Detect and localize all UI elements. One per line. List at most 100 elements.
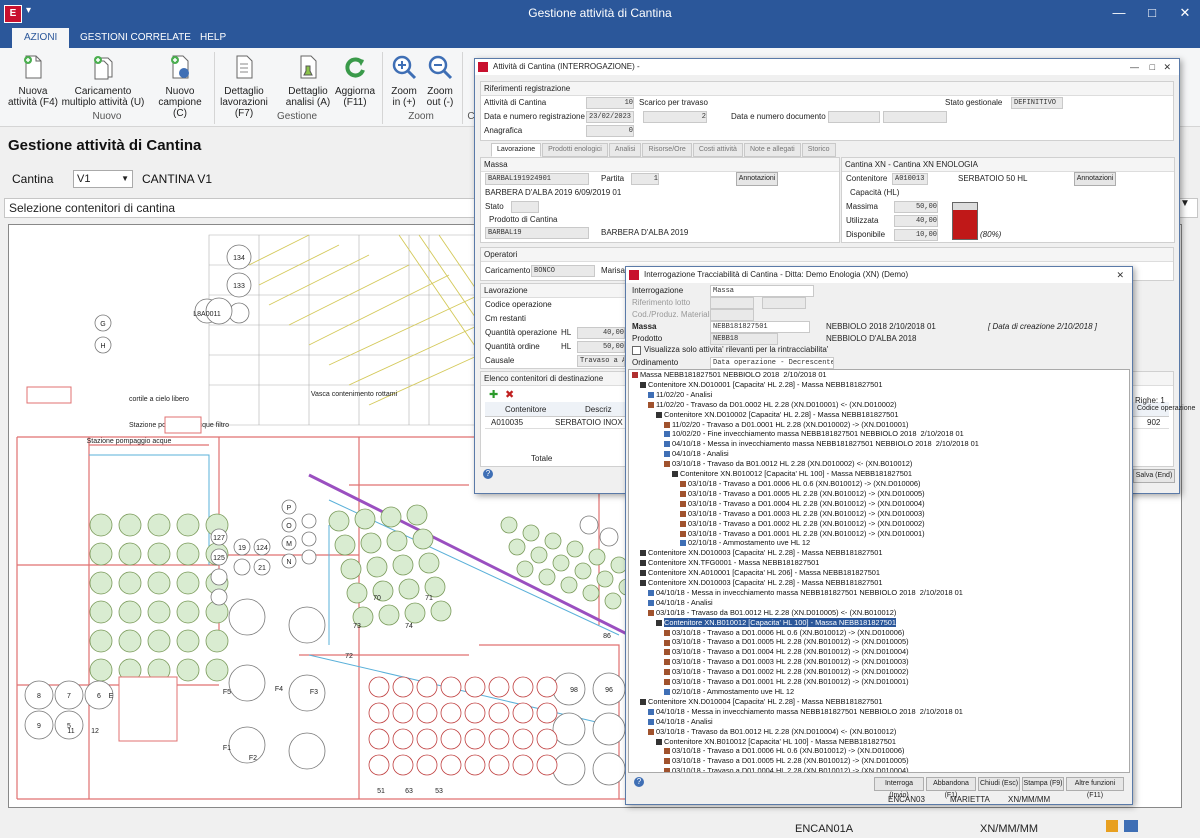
tree-node-event[interactable]: 03/10/18 - Travaso da B01.0012 HL 2.28 (…	[632, 459, 979, 469]
tree-node-event[interactable]: 02/10/18 - Ammostamento uve HL 12	[632, 538, 979, 548]
tree-node-event[interactable]: 03/10/18 - Travaso a D01.0001 HL 2.28 (X…	[632, 677, 979, 687]
tree-node-container[interactable]: Contenitore XN.D010002 [Capacita' HL 2.2…	[632, 410, 979, 420]
tank[interactable]	[210, 588, 228, 606]
tree-node-event[interactable]: 03/10/18 - Travaso a D01.0001 HL 2.28 (X…	[632, 529, 979, 539]
tank-green[interactable]	[516, 560, 534, 578]
data-doc-field[interactable]	[828, 111, 880, 123]
tab-note-allegati[interactable]: Note e allegati	[743, 143, 801, 157]
tree-node-container[interactable]: Contenitore XN.D010003 [Capacita' HL 2.2…	[632, 578, 979, 588]
help-icon[interactable]: ?	[483, 469, 493, 479]
aggiorna-button[interactable]: Aggiorna (F11)	[332, 54, 378, 108]
tank-green[interactable]	[334, 534, 356, 556]
tank-green[interactable]	[176, 513, 200, 537]
caricamento-multiplo-button[interactable]: Caricamento multiplo attività (U)	[60, 54, 146, 108]
tank-green[interactable]	[380, 506, 402, 528]
tank[interactable]	[288, 606, 326, 644]
tank-green[interactable]	[147, 600, 171, 624]
ordinamento-select[interactable]: Data operazione - Decrescente	[710, 357, 834, 369]
tank[interactable]	[288, 674, 326, 712]
tank-green[interactable]	[118, 513, 142, 537]
tank-green[interactable]	[176, 571, 200, 595]
tree-node-event[interactable]: 03/10/18 - Travaso a D01.0006 HL 0.6 (XN…	[632, 628, 979, 638]
tank-green[interactable]	[386, 530, 408, 552]
tree-node-container[interactable]: Contenitore XN.B010012 [Capacita' HL 100…	[632, 617, 979, 628]
tree-node-event[interactable]: 11/02/20 - Travaso a D01.0001 HL 2.28 (X…	[632, 420, 979, 430]
tab-lavorazione[interactable]: Lavorazione	[491, 143, 542, 157]
tank-red[interactable]	[392, 676, 414, 698]
tree-node-event[interactable]: 03/10/18 - Travaso a D01.0005 HL 2.28 (X…	[632, 637, 979, 647]
tank-green[interactable]	[424, 576, 446, 598]
tank-green[interactable]	[398, 578, 420, 600]
tree-node-event[interactable]: Massa NEBB181827501 NEBBIOLO 2018 2/10/2…	[632, 370, 979, 380]
tab-storico[interactable]: Storico	[801, 143, 836, 157]
tank-green[interactable]	[566, 540, 584, 558]
nuovo-campione-button[interactable]: Nuovo campione (C)	[150, 54, 210, 119]
tank-red[interactable]	[440, 676, 462, 698]
salva-button[interactable]: Salva (End)	[1133, 469, 1175, 483]
tank[interactable]	[210, 568, 228, 586]
tank-green[interactable]	[176, 658, 200, 682]
tank-red[interactable]	[536, 728, 558, 750]
tank[interactable]	[228, 726, 266, 764]
tank-green[interactable]	[560, 576, 578, 594]
add-icon[interactable]: ✚	[489, 388, 498, 401]
tank-red[interactable]	[416, 702, 438, 724]
tank-red[interactable]	[416, 676, 438, 698]
tree-node-event[interactable]: 04/10/18 - Messa in invecchiamento massa…	[632, 707, 979, 717]
tank-green[interactable]	[89, 629, 113, 653]
tank[interactable]	[579, 515, 599, 535]
tank[interactable]	[233, 558, 251, 576]
tank[interactable]	[228, 598, 266, 636]
tree-node-container[interactable]: Contenitore XN.A010001 [Capacita' HL 206…	[632, 568, 979, 578]
annotazioni-button[interactable]: Annotazioni	[736, 172, 778, 186]
tank[interactable]	[301, 549, 317, 565]
tank[interactable]	[552, 712, 586, 746]
tree-node-event[interactable]: 04/10/18 - Analisi	[632, 449, 979, 459]
tank[interactable]	[301, 513, 317, 529]
tree-node-event[interactable]: 03/10/18 - Travaso a D01.0003 HL 2.28 (X…	[632, 509, 979, 519]
tank-red[interactable]	[368, 754, 390, 776]
tree-node-event[interactable]: 11/02/20 - Travaso da D01.0002 HL 2.28 (…	[632, 400, 979, 410]
tank-green[interactable]	[147, 571, 171, 595]
tree-node-event[interactable]: 03/10/18 - Travaso a D01.0004 HL 2.28 (X…	[632, 499, 979, 509]
tank-green[interactable]	[89, 658, 113, 682]
tank-green[interactable]	[596, 570, 614, 588]
tank-red[interactable]	[536, 676, 558, 698]
tank-red[interactable]	[392, 728, 414, 750]
contenitore-field[interactable]: A010013	[892, 173, 928, 185]
tank-green[interactable]	[118, 600, 142, 624]
cantina-select[interactable]: V1 ▼	[73, 170, 133, 188]
tank-red[interactable]	[392, 754, 414, 776]
tank-red[interactable]	[464, 676, 486, 698]
partita-field[interactable]: 1	[631, 173, 659, 185]
chevron-down-icon[interactable]: ▼	[1180, 198, 1190, 209]
tank-green[interactable]	[582, 584, 600, 602]
tree-node-container[interactable]: Contenitore XN.D010004 [Capacita' HL 2.2…	[632, 697, 979, 707]
tree-node-container[interactable]: Contenitore XN.D010001 [Capacita' HL 2.2…	[632, 380, 979, 390]
close-icon[interactable]: ✕	[1116, 267, 1124, 283]
close-icon[interactable]: ✕	[1163, 59, 1171, 75]
tank-red[interactable]	[416, 728, 438, 750]
trace-tree[interactable]: Massa NEBB181827501 NEBBIOLO 2018 2/10/2…	[628, 369, 1130, 773]
tank-red[interactable]	[416, 754, 438, 776]
anagrafica-field[interactable]: 0	[586, 125, 634, 137]
tree-node-event[interactable]: 03/10/18 - Travaso a D01.0004 HL 2.28 (X…	[632, 647, 979, 657]
tab-costi-attivita[interactable]: Costi attività	[692, 143, 743, 157]
tank-green[interactable]	[205, 629, 229, 653]
tank-green[interactable]	[147, 542, 171, 566]
tank-green[interactable]	[340, 558, 362, 580]
tank-green[interactable]	[328, 510, 350, 532]
tree-node-event[interactable]: 03/10/18 - Travaso a D01.0004 HL 2.28 (X…	[632, 766, 979, 772]
maximize-icon[interactable]: □	[1137, 2, 1167, 24]
tank[interactable]	[592, 752, 626, 786]
altre-funzioni-button[interactable]: Altre funzioni (F11)	[1066, 777, 1124, 799]
tab-prodotti-enologici[interactable]: Prodotti enologici	[542, 143, 608, 157]
tank-green[interactable]	[588, 548, 606, 566]
tank-green[interactable]	[366, 556, 388, 578]
tank-red[interactable]	[440, 728, 462, 750]
tank-green[interactable]	[147, 513, 171, 537]
tank-green[interactable]	[354, 508, 376, 530]
tab-gestioni-correlate[interactable]: GESTIONI CORRELATE	[68, 28, 203, 48]
tank-red[interactable]	[464, 728, 486, 750]
tree-node-event[interactable]: 03/10/18 - Travaso a D01.0003 HL 2.28 (X…	[632, 657, 979, 667]
